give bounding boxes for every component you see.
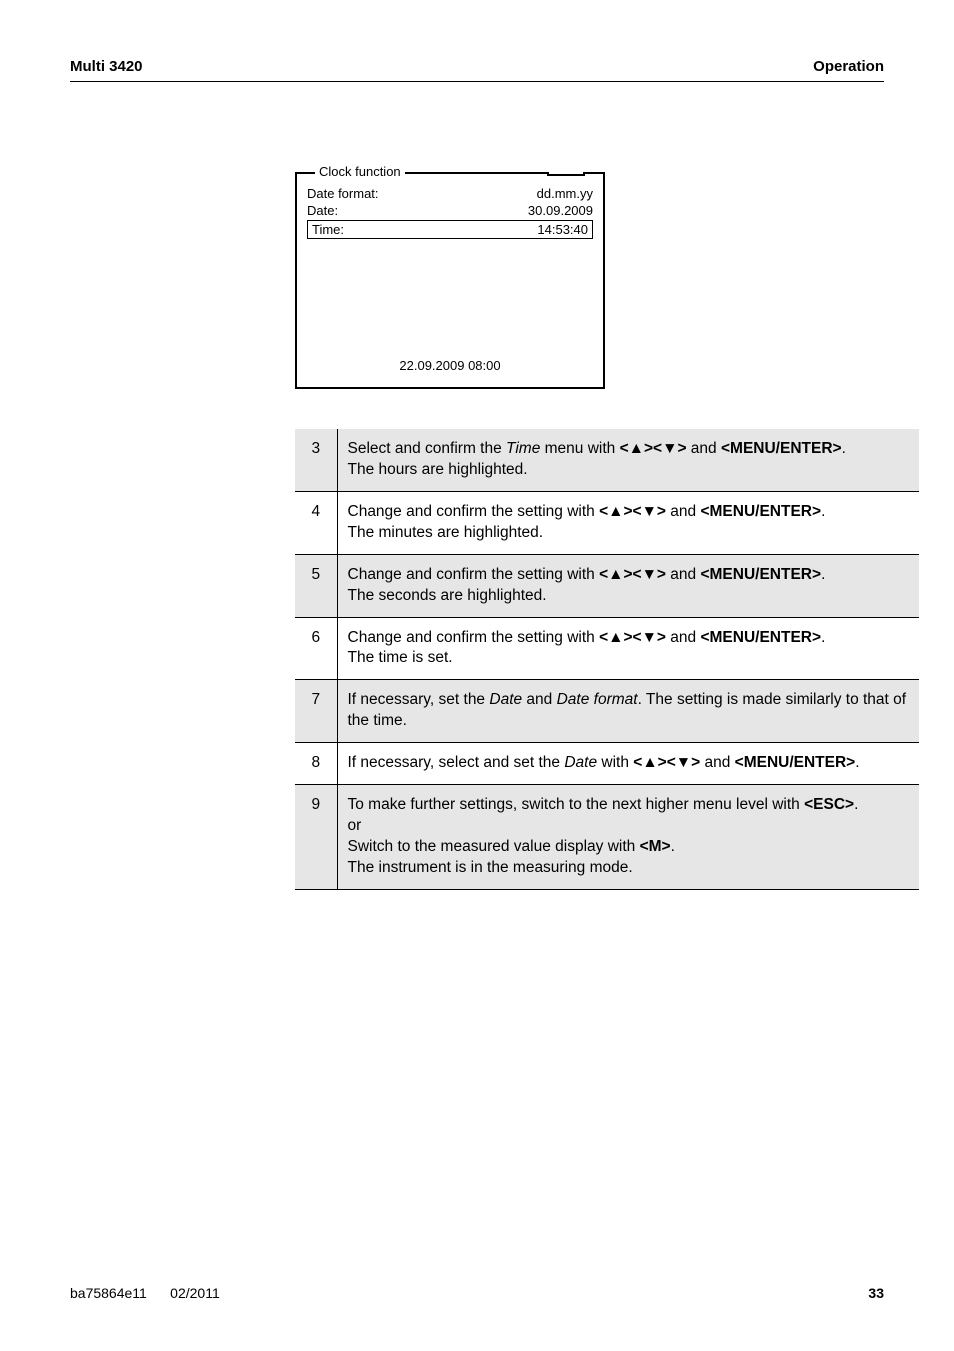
header-right: Operation xyxy=(813,58,884,75)
date-format-value: dd.mm.yy xyxy=(537,186,593,201)
table-row: 9 To make further settings, switch to th… xyxy=(295,785,919,890)
header-left: Multi 3420 xyxy=(70,58,143,75)
table-row: 4 Change and confirm the setting with <▲… xyxy=(295,491,919,554)
clock-title: Clock function xyxy=(315,164,405,179)
clock-function-box: Clock function Date format: dd.mm.yy Dat… xyxy=(295,172,605,389)
step-text: Change and confirm the setting with <▲><… xyxy=(337,491,919,554)
table-row: 8 If necessary, select and set the Date … xyxy=(295,743,919,785)
table-row: 5 Change and confirm the setting with <▲… xyxy=(295,554,919,617)
time-value: 14:53:40 xyxy=(537,222,588,237)
step-text: Select and confirm the Time menu with <▲… xyxy=(337,429,919,491)
step-number: 5 xyxy=(295,554,337,617)
page-number: 33 xyxy=(868,1285,884,1301)
footer-date: 02/2011 xyxy=(170,1285,220,1301)
date-value: 30.09.2009 xyxy=(528,203,593,218)
step-text: Change and confirm the setting with <▲><… xyxy=(337,554,919,617)
step-number: 4 xyxy=(295,491,337,554)
table-row: 7 If necessary, set the Date and Date fo… xyxy=(295,680,919,743)
table-row: 6 Change and confirm the setting with <▲… xyxy=(295,617,919,680)
time-row-selected: Time: 14:53:40 xyxy=(307,220,593,239)
footer-doc-id: ba75864e11 xyxy=(70,1285,147,1301)
date-label: Date: xyxy=(307,203,338,218)
step-number: 3 xyxy=(295,429,337,491)
step-text: If necessary, select and set the Date wi… xyxy=(337,743,919,785)
step-number: 6 xyxy=(295,617,337,680)
step-text: If necessary, set the Date and Date form… xyxy=(337,680,919,743)
step-number: 7 xyxy=(295,680,337,743)
steps-table: 3 Select and confirm the Time menu with … xyxy=(295,429,919,890)
table-row: 3 Select and confirm the Time menu with … xyxy=(295,429,919,491)
step-text: Change and confirm the setting with <▲><… xyxy=(337,617,919,680)
date-format-label: Date format: xyxy=(307,186,379,201)
step-number: 9 xyxy=(295,785,337,890)
clock-footer-timestamp: 22.09.2009 08:00 xyxy=(297,348,603,387)
step-text: To make further settings, switch to the … xyxy=(337,785,919,890)
time-label: Time: xyxy=(312,222,344,237)
step-number: 8 xyxy=(295,743,337,785)
clock-notch xyxy=(547,172,585,176)
page-footer: ba75864e11 02/2011 33 xyxy=(70,1285,884,1301)
header-rule xyxy=(70,81,884,82)
